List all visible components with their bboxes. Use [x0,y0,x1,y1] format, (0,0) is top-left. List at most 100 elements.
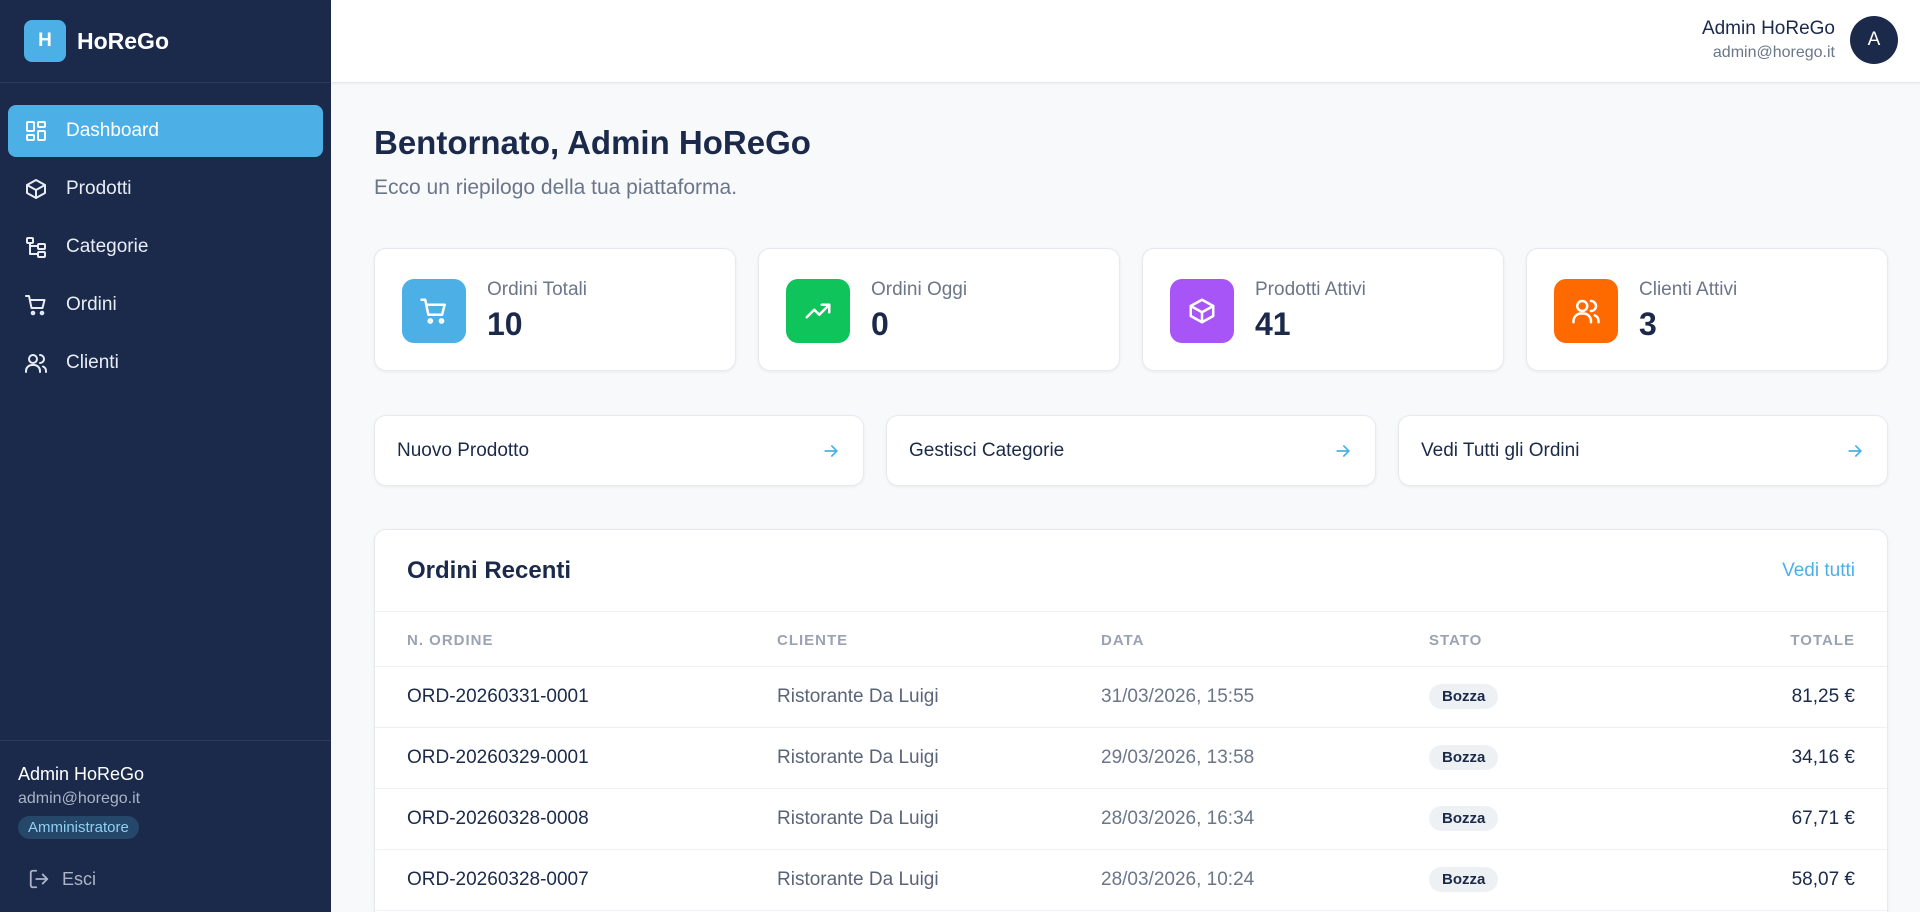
view-all-link[interactable]: Vedi tutti [1782,560,1855,582]
logout-label: Esci [62,868,97,889]
stat-label: Ordini Totali [487,279,587,300]
role-badge: Amministratore [18,816,139,839]
order-total: 81,25 € [1791,686,1855,707]
sidebar-item-categorie[interactable]: Categorie [8,221,323,273]
header-user: Admin HoReGo admin@horego.it [1702,18,1835,62]
users-icon [25,354,47,373]
stat-value: 41 [1255,306,1291,342]
order-date: 28/03/2026, 16:34 [1101,808,1255,829]
sidebar-item-prodotti[interactable]: Prodotti [8,163,323,215]
package-icon [26,179,46,199]
order-total: 34,16 € [1791,747,1855,768]
order-number: ORD-20260328-0008 [407,808,589,829]
sidebar-item-label: Ordini [66,294,117,315]
stat-label: Prodotti Attivi [1255,279,1366,300]
sidebar-user-name: Admin HoReGo [18,764,145,784]
sidebar-user-email: admin@horego.it [18,790,141,807]
order-client: Ristorante Da Luigi [777,686,939,707]
arrow-right-icon [824,444,838,457]
order-date: 29/03/2026, 13:58 [1101,747,1255,768]
trending-up-icon [805,303,831,319]
order-status: Bozza [1429,684,1499,709]
page-subtitle: Ecco un riepilogo della tua piattaforma. [374,176,738,199]
stat-value: 10 [487,306,523,342]
arrow-right-icon [1336,444,1350,457]
sidebar-item-label: Prodotti [66,178,132,199]
cart-icon [420,298,446,324]
package-icon [1189,298,1215,324]
sidebar-item-label: Clienti [66,352,119,373]
stat-icon-box [786,279,850,343]
status-badge: Bozza [1429,806,1499,831]
header-user-email: admin@horego.it [1712,44,1835,61]
avatar[interactable]: A [1850,16,1898,64]
brand[interactable]: H HoReGo [0,0,331,83]
brand-logo: H [24,20,66,62]
sidebar-item-dashboard[interactable]: Dashboard [8,105,323,157]
status-badge: Bozza [1429,745,1499,770]
order-total: 58,07 € [1791,869,1855,890]
order-date: 28/03/2026, 10:24 [1101,869,1255,890]
sidebar-user: Admin HoReGo admin@horego.it Amministrat… [0,740,331,839]
order-number: ORD-20260328-0007 [407,869,589,890]
order-date: 31/03/2026, 15:55 [1101,686,1255,707]
action-label: Vedi Tutti gli Ordini [1421,439,1580,461]
table-row[interactable]: ORD-20260329-0001 Ristorante Da Luigi 29… [375,728,1887,789]
header-user-name: Admin HoReGo [1701,18,1835,39]
category-tree-icon [26,237,46,258]
sidebar-item-ordini[interactable]: Ordini [8,279,323,331]
table-header: N. ORDINE CLIENTE DATA STATO TOTALE [375,612,1887,667]
users-icon [1572,299,1600,324]
page-title: Bentornato, Admin HoReGo [374,124,811,161]
stat-value: 3 [1639,306,1657,342]
column-header-total: TOTALE [1790,632,1855,649]
stat-card-prodotti-attivi: Prodotti Attivi 41 [1142,248,1504,371]
nuovo-prodotto-button[interactable]: Nuovo Prodotto [374,415,864,486]
column-header-status: STATO [1429,632,1483,649]
order-status: Bozza [1429,745,1499,770]
gestisci-categorie-button[interactable]: Gestisci Categorie [886,415,1376,486]
table-row[interactable]: ORD-20260328-0008 Ristorante Da Luigi 28… [375,789,1887,850]
order-client: Ristorante Da Luigi [777,869,939,890]
table-row[interactable]: ORD-20260331-0001 Ristorante Da Luigi 31… [375,667,1887,728]
stat-icon-box [1170,279,1234,343]
stat-value: 0 [871,306,889,342]
stat-card-ordini-oggi: Ordini Oggi 0 [758,248,1120,371]
column-header-date: DATA [1101,632,1145,649]
order-client: Ristorante Da Luigi [777,747,939,768]
status-badge: Bozza [1429,867,1499,892]
stat-card-clienti-attivi: Clienti Attivi 3 [1526,248,1888,371]
logout-icon [29,869,49,889]
column-header-client: CLIENTE [777,632,849,649]
vedi-tutti-ordini-button[interactable]: Vedi Tutti gli Ordini [1398,415,1888,486]
stat-icon-box [402,279,466,343]
order-client: Ristorante Da Luigi [777,808,939,829]
table-row[interactable]: ORD-20260328-0007 Ristorante Da Luigi 28… [375,850,1887,911]
status-badge: Bozza [1429,684,1499,709]
sidebar-item-clienti[interactable]: Clienti [8,337,323,389]
column-header-number: N. ORDINE [407,632,494,649]
cart-icon [25,295,46,316]
order-status: Bozza [1429,867,1499,892]
recent-orders-title: Ordini Recenti [407,557,572,584]
logout-button[interactable]: Esci [28,868,96,890]
sidebar: H HoReGo Dashboard Prodotti Categorie Or… [0,0,331,912]
arrow-right-icon [1848,444,1862,457]
action-label: Nuovo Prodotto [397,439,530,461]
stat-card-ordini-totali: Ordini Totali 10 [374,248,736,371]
stat-icon-box [1554,279,1618,343]
dashboard-icon [26,121,46,141]
order-status: Bozza [1429,806,1499,831]
sidebar-nav: Dashboard Prodotti Categorie Ordini Clie… [0,83,331,389]
order-number: ORD-20260331-0001 [407,686,589,707]
recent-orders-panel: Ordini Recenti Vedi tutti N. ORDINE CLIE… [374,529,1888,912]
sidebar-item-label: Dashboard [66,120,159,141]
order-total: 67,71 € [1791,808,1855,829]
action-label: Gestisci Categorie [909,439,1065,461]
stat-label: Ordini Oggi [871,279,968,300]
sidebar-item-label: Categorie [66,236,149,257]
recent-orders-header: Ordini Recenti Vedi tutti [375,530,1887,612]
stat-label: Clienti Attivi [1639,279,1738,300]
brand-name: HoReGo [77,27,169,54]
topbar: Admin HoReGo admin@horego.it A [331,0,1920,83]
